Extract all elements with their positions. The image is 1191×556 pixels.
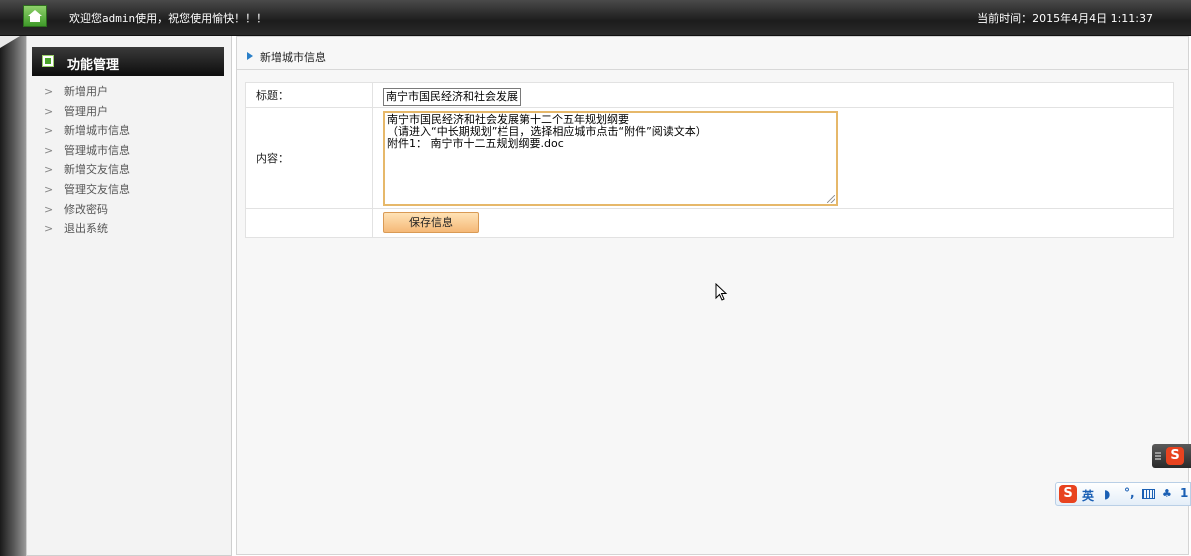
ime-partial-label: 1 <box>1180 486 1189 500</box>
sidebar-item-label[interactable]: 管理交友信息 <box>64 183 130 196</box>
time-value: 2015年4月4日 1:11:37 <box>1032 12 1153 25</box>
content-cell: 南宁市国民经济和社会发展第十二个五年规划纲要 （请进入“中长期规划”栏目，选择相… <box>372 107 1174 209</box>
home-glyph <box>28 10 42 22</box>
sidebar-item-label[interactable]: 新增城市信息 <box>64 124 130 137</box>
sidebar-item-change-password[interactable]: > 修改密码 <box>44 200 130 220</box>
left-edge-notch <box>0 36 20 48</box>
left-edge-decoration <box>0 36 26 556</box>
actions-label-cell <box>245 208 373 238</box>
chevron-right-icon: > <box>44 104 54 118</box>
sidebar-item-manage-city-info[interactable]: > 管理城市信息 <box>44 141 130 161</box>
welcome-message: 欢迎您admin使用，祝您使用愉快！！！ <box>69 12 268 25</box>
chevron-right-icon: > <box>44 163 54 177</box>
sidebar-item-logout[interactable]: > 退出系统 <box>44 219 130 239</box>
sogou-logo-icon[interactable]: S <box>1059 485 1077 503</box>
top-bar: 欢迎您admin使用，祝您使用愉快！！！ 当前时间：2015年4月4日 1:11… <box>0 0 1191 36</box>
punctuation-icon[interactable]: °, <box>1124 486 1135 500</box>
keyboard-icon[interactable] <box>1142 489 1155 499</box>
sidebar-item-label[interactable]: 管理城市信息 <box>64 144 130 157</box>
sidebar-item-add-user[interactable]: > 新增用户 <box>44 82 130 102</box>
chevron-right-icon: > <box>44 143 54 157</box>
sidebar-item-add-city-info[interactable]: > 新增城市信息 <box>44 121 130 141</box>
ime-status-bar[interactable]: S 英 ◗ °, ♣ 1 <box>1055 482 1191 506</box>
title-cell: 南宁市国民经济和社会发展 <box>372 82 1174 108</box>
chevron-right-icon: > <box>44 85 54 98</box>
sidebar-menu: > 新增用户 > 管理用户 > 新增城市信息 > 管理城市信息 > 新增交友信息 > 管理交… <box>44 82 130 239</box>
title-input[interactable]: 南宁市国民经济和社会发展 <box>383 87 521 106</box>
ime-mini-toolbar[interactable]: S <box>1152 444 1191 468</box>
sidebar-title: 功能管理 <box>67 58 120 73</box>
form-row-actions: 保存信息 <box>245 208 1174 238</box>
form-row-title: 标题： 南宁市国民经济和社会发展 <box>245 82 1174 108</box>
sidebar-item-label[interactable]: 退出系统 <box>64 222 108 235</box>
chevron-right-icon: > <box>44 124 54 138</box>
content-textarea[interactable]: 南宁市国民经济和社会发展第十二个五年规划纲要 （请进入“中长期规划”栏目，选择相… <box>383 111 838 206</box>
chevron-right-icon: > <box>44 182 54 196</box>
form-row-content: 内容： 南宁市国民经济和社会发展第十二个五年规划纲要 （请进入“中长期规划”栏目… <box>245 107 1174 209</box>
main-panel: 新增城市信息 标题： 南宁市国民经济和社会发展 内容： 南宁市国民经济和社会发展… <box>236 36 1189 555</box>
breadcrumb: 新增城市信息 <box>237 47 1188 70</box>
sogou-logo-icon[interactable]: S <box>1166 447 1184 465</box>
ime-language-toggle[interactable]: 英 <box>1082 487 1094 504</box>
function-menu-icon <box>42 55 54 67</box>
sidebar-item-add-friend-info[interactable]: > 新增交友信息 <box>44 160 130 180</box>
title-label: 标题： <box>245 82 373 108</box>
save-button[interactable]: 保存信息 <box>383 212 479 233</box>
sidebar-item-label[interactable]: 管理用户 <box>64 105 108 118</box>
home-icon[interactable] <box>23 5 47 27</box>
sidebar-item-manage-friend-info[interactable]: > 管理交友信息 <box>44 180 130 200</box>
sidebar-item-manage-users[interactable]: > 管理用户 <box>44 102 130 122</box>
user-account-icon[interactable]: ♣ <box>1162 487 1172 500</box>
content-label: 内容： <box>245 107 373 209</box>
current-time: 当前时间：2015年4月4日 1:11:37 <box>977 10 1153 26</box>
half-width-moon-icon[interactable]: ◗ <box>1104 487 1110 501</box>
content-text: 南宁市国民经济和社会发展第十二个五年规划纲要 （请进入“中长期规划”栏目，选择相… <box>387 113 707 150</box>
sidebar-item-label[interactable]: 新增用户 <box>64 85 108 98</box>
mouse-cursor-icon <box>715 283 728 301</box>
city-info-form: 标题： 南宁市国民经济和社会发展 内容： 南宁市国民经济和社会发展第十二个五年规… <box>245 82 1174 238</box>
actions-cell: 保存信息 <box>372 208 1174 238</box>
resize-handle-icon[interactable] <box>827 195 835 203</box>
sidebar-item-label[interactable]: 新增交友信息 <box>64 163 130 176</box>
chevron-right-icon: > <box>44 222 54 236</box>
sidebar-item-label[interactable]: 修改密码 <box>64 203 108 216</box>
chevron-right-icon: > <box>44 202 54 216</box>
time-label: 当前时间： <box>977 12 1033 25</box>
arrow-right-icon <box>247 52 253 60</box>
sidebar: 功能管理 > 新增用户 > 管理用户 > 新增城市信息 > 管理城市信息 > 新增交友信息… <box>26 36 232 556</box>
breadcrumb-label: 新增城市信息 <box>260 51 326 64</box>
drag-handle-icon[interactable] <box>1155 452 1161 460</box>
sidebar-header: 功能管理 <box>32 47 224 76</box>
